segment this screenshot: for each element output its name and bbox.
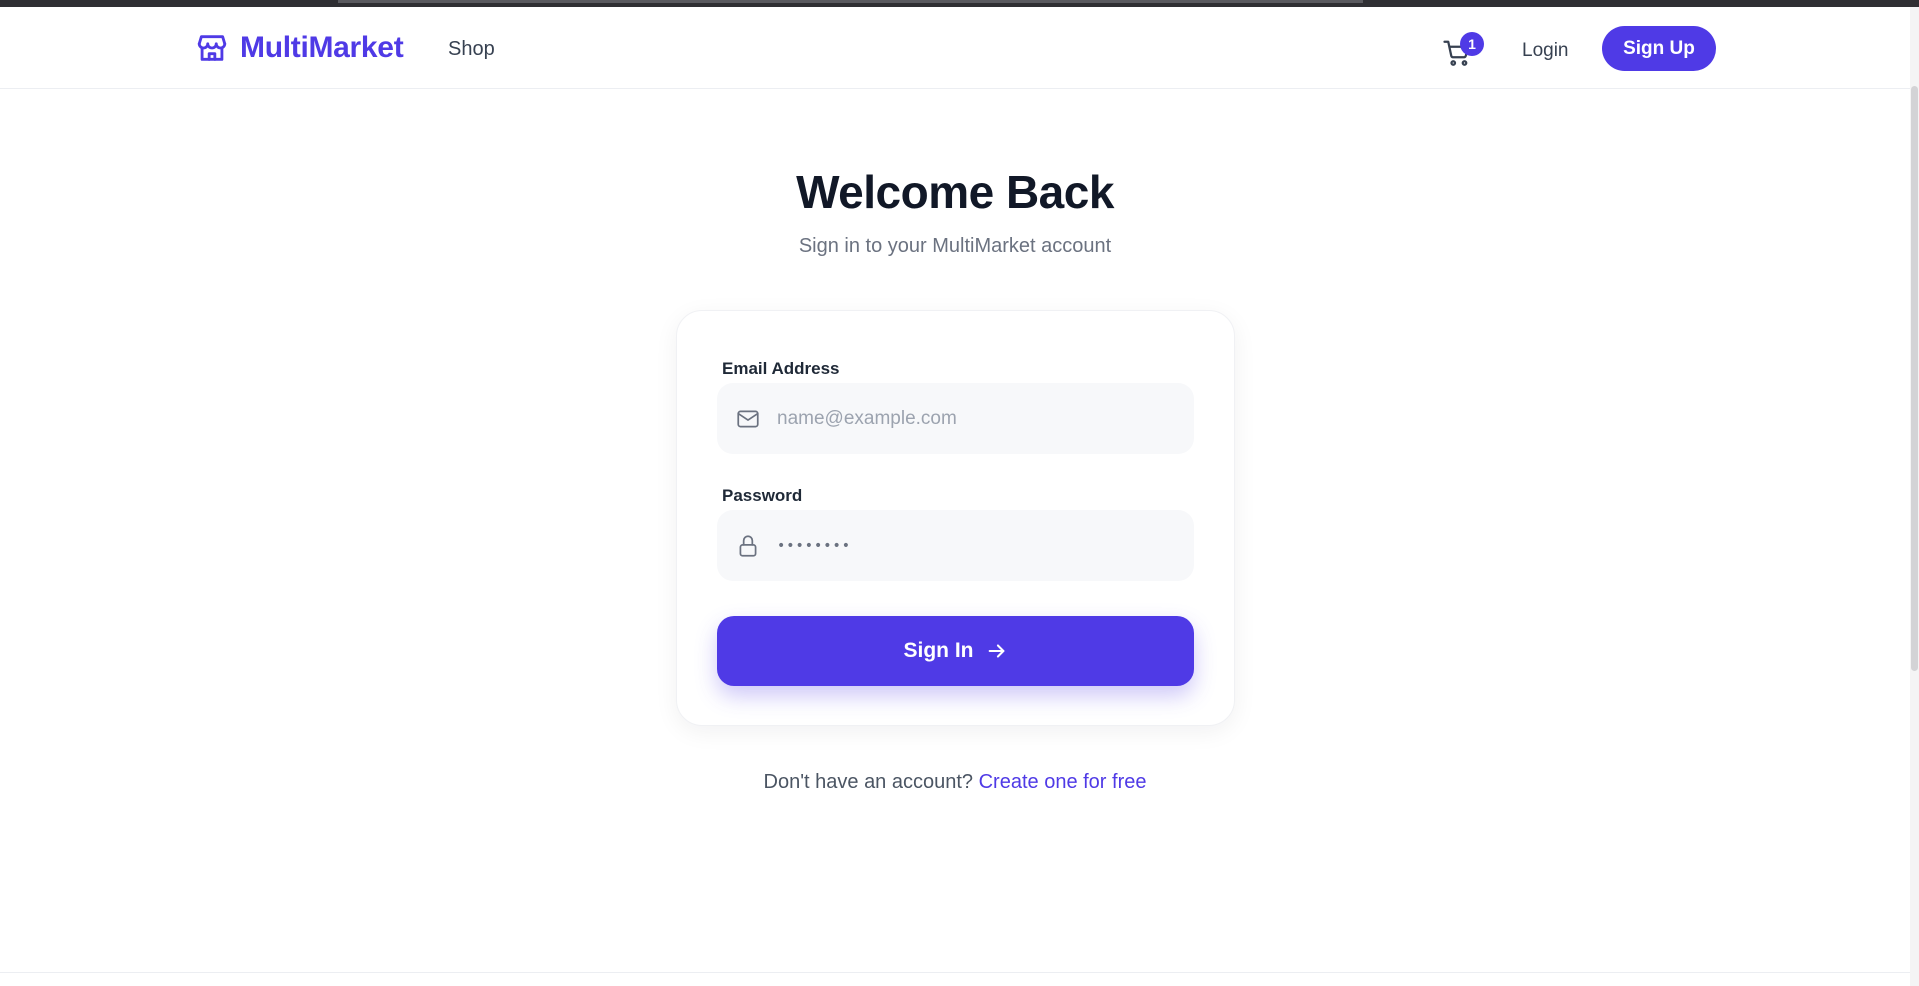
create-account-link[interactable]: Create one for free [979,771,1147,793]
arrow-right-icon [988,644,1004,658]
store-icon [197,35,227,61]
cart-button[interactable]: 1 [1442,32,1484,72]
signup-prompt: Don't have an account? Create one for fr… [0,769,1910,795]
signup-button[interactable]: Sign Up [1602,26,1716,71]
site-header: MultiMarket Shop 1 Login Sign Up [0,7,1910,89]
lock-icon [739,535,757,557]
nav-shop-link[interactable]: Shop [448,37,495,61]
password-field[interactable]: •••••••• [717,510,1194,581]
email-label: Email Address [722,359,840,378]
browser-top-scroll-indicator [338,0,1363,3]
signup-prompt-text: Don't have an account? [763,771,974,793]
password-label: Password [722,486,803,505]
login-form-card: Email Address Password •••••••• Sign In [676,310,1235,726]
browser-top-bar [0,0,1919,7]
brand-logo-link[interactable]: MultiMarket [195,31,404,65]
brand-name: MultiMarket [240,31,404,64]
page-subtitle: Sign in to your MultiMarket account [798,235,1112,257]
sign-in-button[interactable]: Sign In [717,616,1194,686]
page-title: Welcome Back [796,166,1114,218]
email-input[interactable] [777,383,1177,454]
email-field[interactable] [717,383,1194,454]
login-link[interactable]: Login [1522,39,1569,63]
mail-icon [737,410,759,428]
sign-in-label: Sign In [903,639,974,662]
page-scrollbar-thumb[interactable] [1911,86,1918,671]
password-value: •••••••• [777,537,852,554]
footer-divider [0,972,1910,973]
cart-count-badge: 1 [1460,32,1484,56]
password-input[interactable]: •••••••• [777,510,1177,581]
